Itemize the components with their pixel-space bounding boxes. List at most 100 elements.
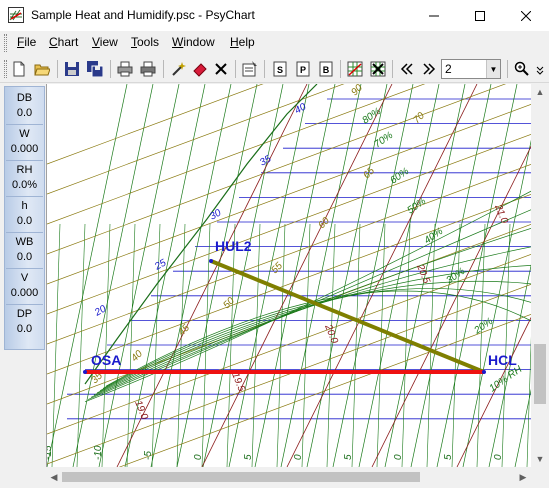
enthalpy-line bbox=[118, 313, 531, 467]
title-bar[interactable]: Sample Heat and Humidify.psc - PsyChart bbox=[0, 0, 549, 31]
page-combo-value: 2 bbox=[445, 62, 452, 76]
wand-button[interactable] bbox=[168, 59, 188, 79]
close-button[interactable] bbox=[503, 0, 549, 31]
print-preview-icon bbox=[140, 61, 156, 77]
wet-bulb-line bbox=[47, 84, 128, 467]
volume-label: 20.0 bbox=[322, 322, 340, 346]
state-point-hcl[interactable] bbox=[482, 370, 486, 374]
toolbar: S P B 2 ▼ bbox=[0, 55, 549, 83]
eraser-button[interactable] bbox=[190, 59, 210, 79]
chart-grid-icon bbox=[347, 61, 363, 77]
menu-view[interactable]: View bbox=[92, 35, 118, 49]
save-button[interactable] bbox=[62, 59, 82, 79]
scroll-right-icon[interactable]: ▶ bbox=[515, 467, 531, 488]
dry-bulb-tick-label: 0 bbox=[193, 454, 204, 460]
minimize-button[interactable] bbox=[411, 0, 457, 31]
save-icon bbox=[65, 62, 79, 76]
dry-bulb-line bbox=[476, 223, 486, 467]
readout-dp-label: DP bbox=[16, 308, 33, 320]
page-b-button[interactable]: B bbox=[316, 59, 336, 79]
enthalpy-line bbox=[47, 84, 507, 255]
state-point-osa[interactable] bbox=[83, 370, 87, 374]
minimize-icon bbox=[429, 15, 439, 16]
dry-bulb-line bbox=[251, 223, 261, 467]
chart-clear-button[interactable] bbox=[368, 59, 388, 79]
state-point-label-osa[interactable]: OSA bbox=[91, 352, 121, 368]
previous-button[interactable] bbox=[397, 59, 417, 79]
chevron-down-icon bbox=[536, 66, 544, 75]
horizontal-scroll-thumb[interactable] bbox=[62, 472, 420, 482]
enthalpy-label: 60 bbox=[316, 215, 332, 231]
readout-db-label: DB bbox=[16, 92, 33, 104]
menu-window[interactable]: Window bbox=[172, 35, 215, 49]
dry-bulb-tick-label: 0 bbox=[493, 454, 504, 460]
rh-label: 20% bbox=[472, 316, 496, 337]
psychart-app-icon[interactable] bbox=[8, 7, 24, 23]
readout-w-label: W bbox=[19, 128, 30, 140]
state-point-label-hcl[interactable]: HCL bbox=[488, 352, 517, 368]
menu-chart[interactable]: Chart bbox=[49, 35, 78, 49]
open-button[interactable] bbox=[32, 59, 52, 79]
maximize-button[interactable] bbox=[457, 0, 503, 31]
chart-grid-button[interactable] bbox=[345, 59, 365, 79]
enthalpy-line bbox=[47, 163, 531, 345]
state-point-hul2[interactable] bbox=[209, 259, 213, 263]
enthalpy-label: 40 bbox=[129, 348, 145, 364]
open-icon bbox=[34, 64, 50, 76]
readout-w-value: 0.000 bbox=[10, 143, 39, 155]
dry-bulb-tick-label: 0 bbox=[293, 454, 304, 460]
scroll-up-icon[interactable]: ▲ bbox=[531, 84, 549, 100]
wet-bulb-line bbox=[488, 264, 531, 467]
zoom-button[interactable] bbox=[512, 59, 532, 79]
dry-bulb-line bbox=[101, 223, 111, 467]
dry-bulb-tick-label: -5 bbox=[143, 451, 154, 460]
new-button[interactable] bbox=[9, 59, 29, 79]
menu-help[interactable]: Help bbox=[230, 35, 255, 49]
menu-file[interactable]: File bbox=[17, 35, 36, 49]
scroll-left-icon[interactable]: ◀ bbox=[46, 467, 62, 488]
readout-wb-label: WB bbox=[15, 236, 34, 248]
wet-bulb-line bbox=[280, 84, 362, 467]
print-button[interactable] bbox=[115, 59, 135, 79]
properties-button[interactable] bbox=[240, 59, 260, 79]
page-p-icon: P bbox=[296, 61, 310, 77]
print-preview-button[interactable] bbox=[138, 59, 158, 79]
vertical-scroll-thumb[interactable] bbox=[534, 344, 546, 404]
volume-label: 19.5 bbox=[229, 371, 247, 394]
dry-bulb-line bbox=[401, 223, 411, 467]
readout-v-value: 0.000 bbox=[10, 287, 39, 299]
wet-bulb-line bbox=[254, 84, 336, 467]
page-s-button[interactable]: S bbox=[270, 59, 290, 79]
close-icon bbox=[521, 10, 531, 21]
toolbar-overflow-button[interactable] bbox=[534, 59, 546, 79]
eraser-icon bbox=[193, 63, 207, 77]
page-combo[interactable]: 2 ▼ bbox=[441, 59, 501, 79]
save-all-button[interactable] bbox=[85, 59, 105, 79]
toolbar-grip[interactable] bbox=[4, 60, 7, 78]
dry-bulb-tick-label: 5 bbox=[343, 454, 354, 460]
vertical-scrollbar[interactable]: ▲ ▼ bbox=[531, 84, 549, 467]
readout-rh-label: RH bbox=[16, 164, 33, 176]
state-point-label-hul2[interactable]: HUL2 bbox=[215, 238, 252, 254]
menu-grip[interactable] bbox=[4, 34, 7, 52]
horizontal-scrollbar[interactable]: ◀ ▶ bbox=[46, 467, 531, 488]
scrollbar-corner bbox=[531, 467, 549, 488]
next-button[interactable] bbox=[419, 59, 439, 79]
psychart-window: Sample Heat and Humidify.psc - PsyChart … bbox=[0, 0, 549, 488]
dry-bulb-line bbox=[176, 223, 186, 467]
menu-tools[interactable]: Tools bbox=[131, 35, 159, 49]
enthalpy-line bbox=[47, 84, 264, 165]
page-b-icon: B bbox=[319, 61, 333, 77]
process-line-hul2-hcl[interactable] bbox=[210, 259, 485, 374]
psychrometric-chart[interactable]: 40 35 30 25 20 90 70 65 60 55 50 45 40 35 80% 70% 60% 50%… bbox=[46, 84, 531, 467]
page-p-button[interactable]: P bbox=[293, 59, 313, 79]
chart-canvas[interactable]: 403530252090706560555045403580%70%60%50%… bbox=[47, 84, 531, 467]
delete-button[interactable] bbox=[211, 59, 231, 79]
dry-bulb-tick-label: 5 bbox=[243, 454, 254, 460]
readout-dp-value: 0.0 bbox=[16, 323, 33, 335]
enthalpy-label: 65 bbox=[361, 165, 377, 181]
rh-label: 30% bbox=[444, 266, 467, 287]
saturation-temp-label: 40 bbox=[293, 101, 309, 116]
chevron-down-icon[interactable]: ▼ bbox=[486, 60, 500, 78]
scroll-down-icon[interactable]: ▼ bbox=[531, 451, 549, 467]
